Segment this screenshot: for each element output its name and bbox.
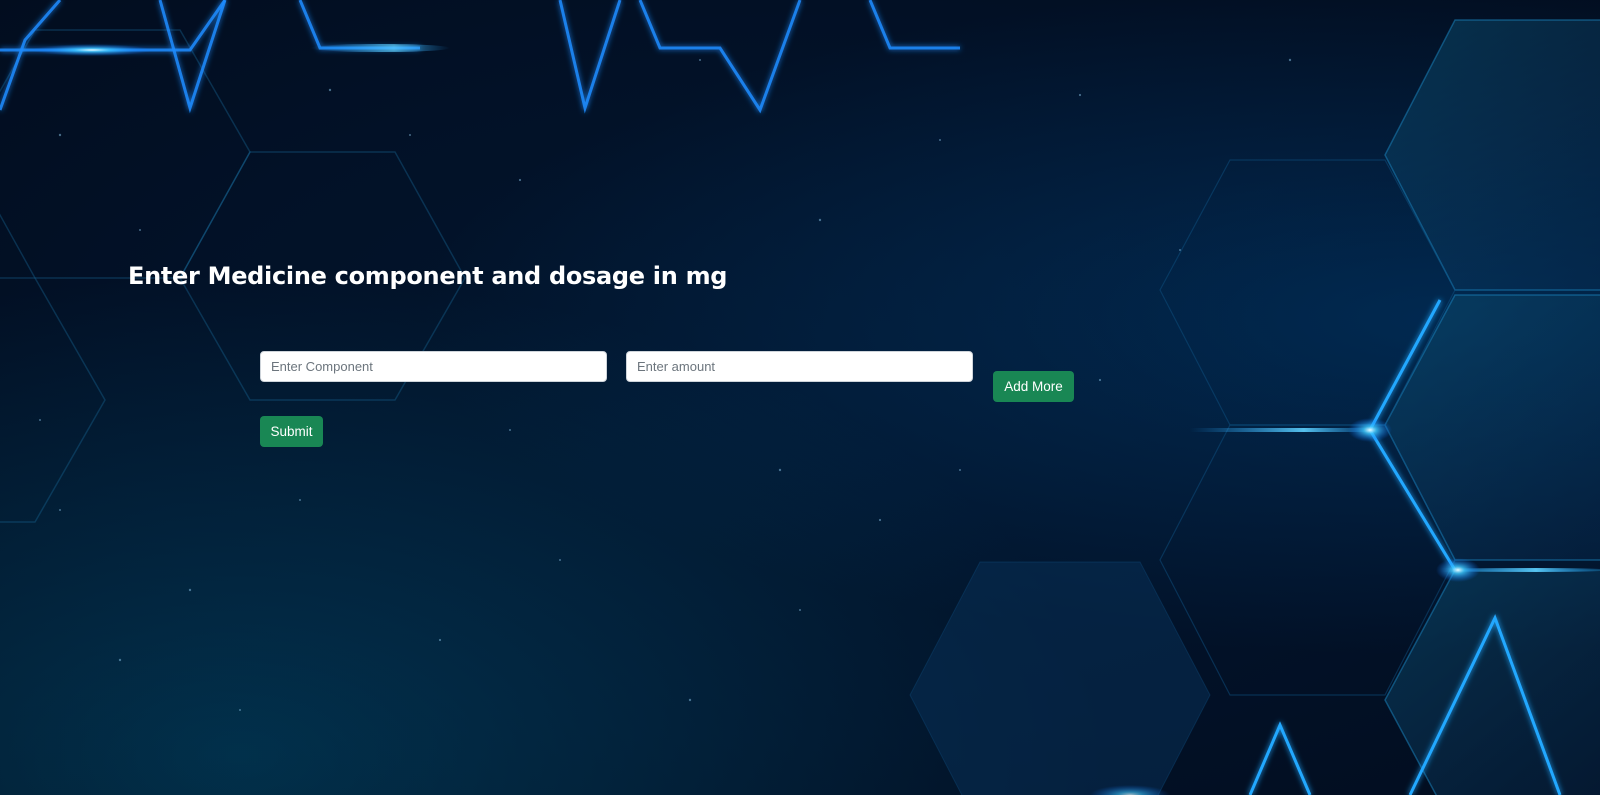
amount-input[interactable] (626, 351, 973, 382)
page-title: Enter Medicine component and dosage in m… (128, 262, 728, 290)
page-root: Enter Medicine component and dosage in m… (0, 0, 1600, 795)
submit-button[interactable]: Submit (260, 416, 323, 447)
add-more-button[interactable]: Add More (993, 371, 1074, 402)
hexagon-network-icon (0, 0, 1600, 795)
component-input[interactable] (260, 351, 607, 382)
